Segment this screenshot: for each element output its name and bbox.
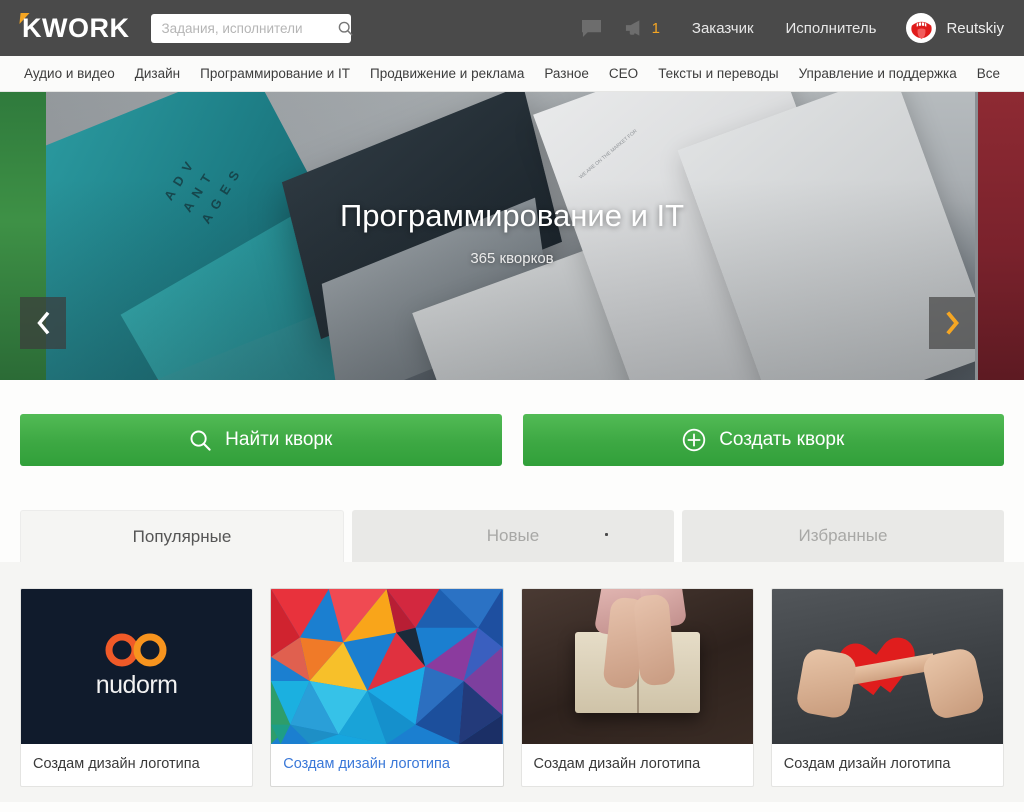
nav-item-audio-video[interactable]: Аудио и видео <box>14 56 125 91</box>
find-kwork-label: Найти кворк <box>225 429 333 450</box>
kwork-logo[interactable]: KWORK <box>19 12 130 43</box>
kwork-card-thumbnail: nudorm <box>21 589 253 744</box>
kwork-card[interactable]: Создам дизайн логотипа <box>520 588 754 787</box>
nav-item-all[interactable]: Все <box>967 56 1010 91</box>
messages-button[interactable] <box>570 11 614 45</box>
hand-left-shape <box>794 646 858 721</box>
nav-item-ceo[interactable]: CEO <box>599 56 648 91</box>
carousel-next-slide-edge[interactable] <box>978 92 1024 380</box>
kwork-card-thumbnail <box>521 589 753 744</box>
site-header: KWORK 1 Заказчик Исполнитель <box>0 0 1024 56</box>
kwork-card[interactable]: nudorm Создам дизайн логотипа <box>20 588 254 787</box>
mouse-cursor-dot <box>605 533 608 536</box>
hero-slide[interactable]: A D VA N TA G E S WE ARE ON THE MARKET F… <box>22 92 975 380</box>
tongue-avatar-icon <box>908 14 935 42</box>
kwork-card[interactable]: Создам дизайн логотипа <box>770 588 1004 787</box>
plus-circle-icon <box>682 428 706 452</box>
header-search[interactable] <box>151 13 353 43</box>
hero-carousel: A D VA N TA G E S WE ARE ON THE MARKET F… <box>0 92 1024 380</box>
megaphone-icon <box>625 20 640 36</box>
search-input[interactable] <box>161 20 339 36</box>
logo-text: KWORK <box>22 12 130 43</box>
user-menu[interactable]: Reutskiy <box>906 13 1004 43</box>
kwork-card-thumbnail <box>771 589 1003 744</box>
hero-background-image: A D VA N TA G E S WE ARE ON THE MARKET F… <box>22 92 975 380</box>
kwork-card-title[interactable]: Создам дизайн логотипа <box>271 744 502 786</box>
header-link-customer[interactable]: Заказчик <box>692 20 754 37</box>
kwork-card-title[interactable]: Создам дизайн логотипа <box>21 744 252 786</box>
kwork-card-thumbnail <box>271 589 503 744</box>
infinity-logo-icon <box>105 633 167 667</box>
chevron-right-icon <box>945 311 959 335</box>
tab-new[interactable]: Новые <box>352 510 674 562</box>
thumbnail-brand-word: nudorm <box>95 671 178 699</box>
kwork-card-title[interactable]: Создам дизайн логотипа <box>772 744 1003 786</box>
avatar <box>906 13 937 43</box>
tab-popular[interactable]: Популярные <box>20 510 344 562</box>
nav-item-design[interactable]: Дизайн <box>125 56 190 91</box>
hand-right-shape <box>920 646 987 721</box>
nav-item-promotion-ads[interactable]: Продвижение и реклама <box>360 56 534 91</box>
kwork-card-title[interactable]: Создам дизайн логотипа <box>522 744 753 786</box>
nav-item-management-support[interactable]: Управление и поддержка <box>789 56 967 91</box>
find-kwork-button[interactable]: Найти кворк <box>20 414 502 466</box>
nav-item-texts-translations[interactable]: Тексты и переводы <box>648 56 788 91</box>
header-link-freelancer[interactable]: Исполнитель <box>786 20 877 37</box>
carousel-next-button[interactable] <box>929 297 975 349</box>
kwork-card-grid: nudorm Создам дизайн логотипа Создам диз… <box>0 562 1024 802</box>
content-tabs: Популярные Новые Избранные <box>20 510 1004 562</box>
primary-actions: Найти кворк Создать кворк <box>0 380 1024 466</box>
hero-scrim <box>22 92 975 380</box>
nav-item-programming-it[interactable]: Программирование и IT <box>190 56 360 91</box>
search-icon <box>190 430 211 451</box>
kwork-card[interactable]: Создам дизайн логотипа <box>270 588 504 787</box>
tab-favorites[interactable]: Избранные <box>682 510 1004 562</box>
search-icon[interactable] <box>338 21 353 36</box>
category-nav: Аудио и видео Дизайн Программирование и … <box>0 56 1024 92</box>
chat-bubble-icon <box>582 19 602 37</box>
create-kwork-label: Создать кворк <box>719 429 845 450</box>
announcements-count-badge[interactable]: 1 <box>652 20 660 37</box>
header-right: 1 Заказчик Исполнитель Reutskiy <box>570 11 1004 45</box>
user-name: Reutskiy <box>946 19 1004 37</box>
chevron-left-icon <box>36 311 49 335</box>
carousel-prev-button[interactable] <box>20 297 66 349</box>
create-kwork-button[interactable]: Создать кворк <box>522 414 1004 466</box>
nav-item-misc[interactable]: Разное <box>534 56 599 91</box>
polygon-art-icon <box>271 589 503 744</box>
content-tabs-wrap: Популярные Новые Избранные <box>0 510 1024 562</box>
